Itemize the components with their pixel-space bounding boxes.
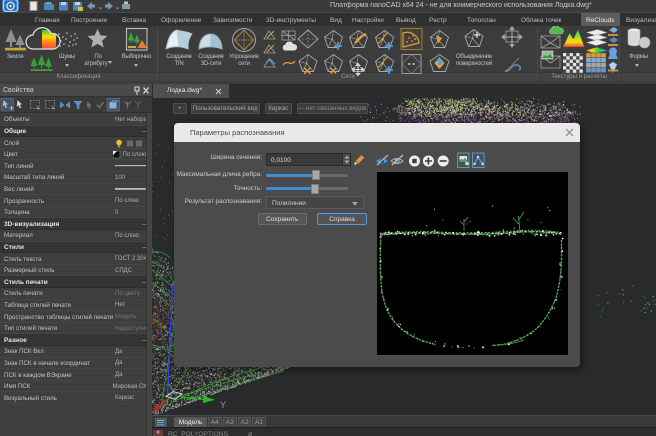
svg-text:Y: Y: [220, 400, 226, 410]
